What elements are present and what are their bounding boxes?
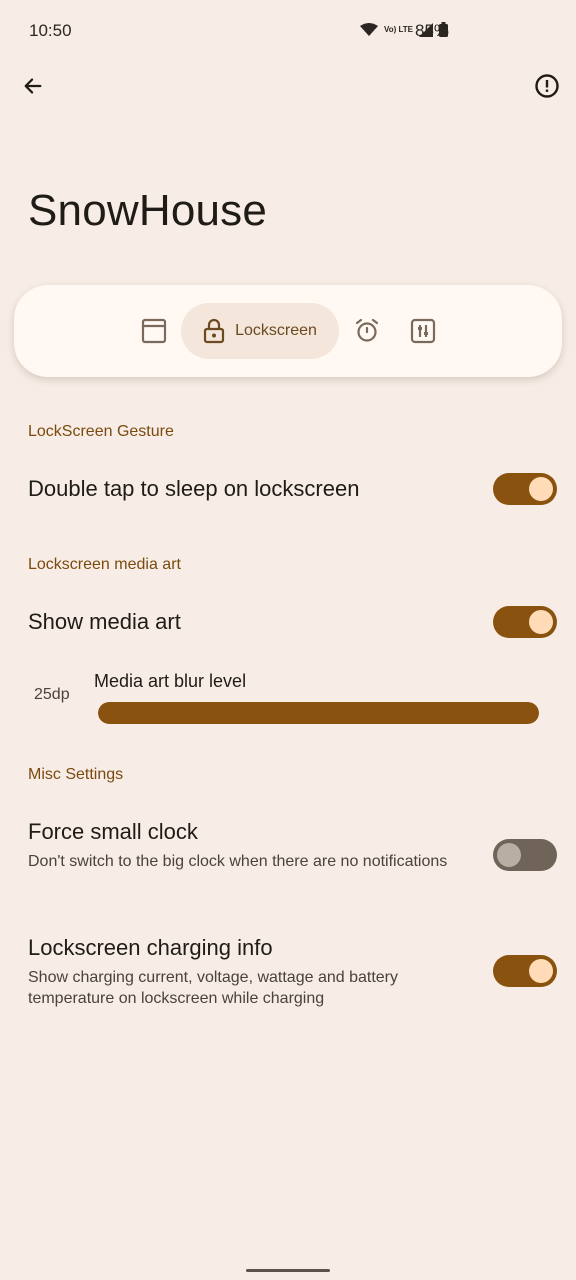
blur-level-value: 25dp: [34, 686, 70, 703]
show-media-art-title: Show media art: [28, 609, 181, 634]
section-header-misc: Misc Settings: [28, 766, 124, 783]
small-clock-toggle[interactable]: [493, 839, 557, 871]
wifi-icon: [359, 22, 378, 36]
volte-icon: Vo) LTE: [383, 24, 413, 34]
battery-percent: 85%: [415, 21, 450, 40]
status-time: 10:50: [29, 21, 72, 40]
tab-lockscreen-label: Lockscreen: [235, 322, 317, 339]
tab-clock[interactable]: [347, 311, 387, 351]
gesture-nav-handle[interactable]: [246, 1269, 330, 1272]
charging-info-title: Lockscreen charging info: [28, 935, 273, 960]
show-media-art-toggle[interactable]: [493, 606, 557, 638]
section-header-gesture: LockScreen Gesture: [28, 423, 174, 440]
toggle-thumb: [529, 610, 553, 634]
toggle-thumb: [497, 843, 521, 867]
charging-info-subtitle: Show charging current, voltage, wattage …: [28, 969, 398, 1007]
arrow-left-icon: [24, 78, 42, 94]
back-button[interactable]: [13, 66, 53, 106]
tab-tweaks[interactable]: [403, 311, 443, 351]
sliders-icon: [410, 318, 436, 344]
alarm-icon: [355, 318, 379, 342]
charging-info-toggle[interactable]: [493, 955, 557, 987]
section-header-media-art: Lockscreen media art: [28, 556, 181, 573]
toggle-thumb: [529, 477, 553, 501]
info-circle-icon: [535, 74, 559, 98]
tab-bar: Lockscreen: [14, 285, 562, 377]
status-bar: 10:50 Vo) LTE 85%: [0, 0, 576, 62]
blur-level-slider[interactable]: [98, 702, 539, 724]
small-clock-title: Force small clock: [28, 819, 198, 844]
lock-icon: [203, 318, 225, 344]
small-clock-subtitle: Don't switch to the big clock when there…: [28, 853, 448, 870]
page-title: SnowHouse: [28, 186, 268, 235]
double-tap-toggle[interactable]: [493, 473, 557, 505]
blur-level-slider-fill: [98, 702, 539, 724]
toggle-thumb: [529, 959, 553, 983]
info-button[interactable]: [527, 66, 567, 106]
double-tap-title: Double tap to sleep on lockscreen: [28, 476, 360, 501]
blur-level-label: Media art blur level: [94, 671, 247, 691]
tab-lockscreen[interactable]: Lockscreen: [181, 303, 339, 359]
window-icon: [141, 318, 167, 344]
tab-general[interactable]: [134, 311, 174, 351]
app-bar: [0, 62, 576, 112]
